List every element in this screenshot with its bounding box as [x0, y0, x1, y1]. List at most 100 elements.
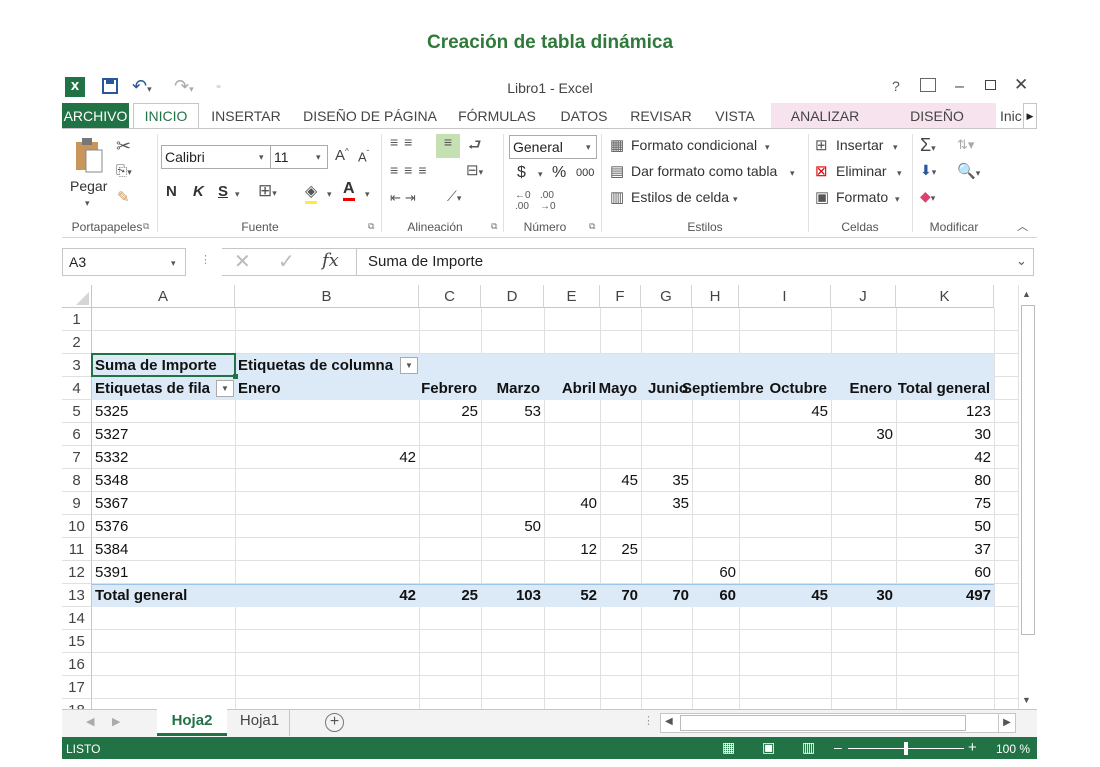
pivot-value-cell[interactable]: 60	[896, 561, 991, 584]
column-header-c[interactable]: C	[419, 285, 481, 308]
collapse-ribbon-icon[interactable]: ︿	[1017, 218, 1028, 234]
pivot-header-cell[interactable]: Febrero	[409, 377, 477, 400]
cut-icon[interactable]: ✂	[116, 136, 131, 157]
pivot-value-cell[interactable]: 80	[896, 469, 991, 492]
conditional-format-icon[interactable]: ▦	[610, 136, 624, 154]
chevron-down-icon[interactable]: ▾	[790, 168, 795, 179]
italic-button[interactable]: K	[193, 183, 204, 200]
sheet-tab-hoja2[interactable]: Hoja2	[157, 709, 227, 736]
row-header-12[interactable]: 12	[62, 561, 92, 584]
currency-button[interactable]: $	[517, 164, 526, 182]
wrap-text-icon[interactable]: ⮐	[468, 135, 482, 160]
pivot-header-cell[interactable]: Abril	[534, 377, 596, 400]
pivot-value-cell[interactable]: 35	[641, 492, 689, 515]
pivot-column-labels[interactable]: Etiquetas de columna	[238, 354, 393, 377]
bold-button[interactable]: N	[166, 183, 177, 200]
ribbon-display-icon[interactable]	[920, 78, 936, 92]
tab-inicio-overflow[interactable]: Inic	[1000, 103, 1022, 129]
chevron-down-icon[interactable]: ▾	[316, 152, 321, 163]
column-header-h[interactable]: H	[692, 285, 739, 308]
zoom-level[interactable]: 100 %	[996, 742, 1030, 756]
pivot-value-cell[interactable]: 35	[641, 469, 689, 492]
pivot-value-cell[interactable]: 42	[235, 446, 416, 469]
row-header-16[interactable]: 16	[62, 653, 92, 676]
increase-decimal-icon[interactable]: ←0.00	[515, 190, 531, 212]
conditional-format-button[interactable]: Formato condicional	[631, 137, 757, 153]
zoom-in-icon[interactable]: +	[968, 739, 977, 756]
help-button[interactable]: ?	[892, 78, 900, 94]
pivot-header-cell[interactable]: Enero	[821, 377, 892, 400]
find-select-icon[interactable]: 🔍▾	[957, 162, 980, 180]
chevron-down-icon[interactable]: ▾	[538, 169, 543, 180]
tab-revisar[interactable]: REVISAR	[628, 103, 694, 129]
chevron-down-icon[interactable]: ▾	[259, 152, 264, 163]
pivot-row-key[interactable]: 5391	[95, 561, 128, 584]
pivot-header-cell[interactable]: Mayo	[590, 377, 637, 400]
chevron-down-icon[interactable]: ▾	[365, 189, 370, 200]
chevron-down-icon[interactable]: ▾	[897, 168, 902, 179]
orientation-icon[interactable]: ⟋▾	[447, 188, 461, 205]
row-header-13[interactable]: 13	[62, 584, 92, 607]
pivot-header-cell[interactable]: Total general	[886, 377, 990, 400]
pivot-header-cell[interactable]: Octubre	[729, 377, 827, 400]
sheet-next-icon[interactable]: ▶	[112, 715, 120, 728]
row-header-7[interactable]: 7	[62, 446, 92, 469]
pivot-row-labels[interactable]: Etiquetas de fila	[95, 377, 210, 400]
pivot-row-key[interactable]: 5327	[95, 423, 128, 446]
row-header-5[interactable]: 5	[62, 400, 92, 423]
chevron-down-icon[interactable]: ▾	[171, 258, 176, 269]
dialog-launcher-icon[interactable]: ⧉	[491, 221, 497, 232]
zoom-out-icon[interactable]: –	[834, 739, 842, 755]
row-header-8[interactable]: 8	[62, 469, 92, 492]
chevron-down-icon[interactable]: ▾	[895, 194, 900, 205]
row-header-2[interactable]: 2	[62, 331, 92, 354]
format-painter-icon[interactable]: ✎	[117, 188, 130, 206]
tab-datos[interactable]: DATOS	[554, 103, 614, 129]
worksheet-grid[interactable]: ABCDEFGHIJK 123456789101112131415161718 …	[62, 285, 1018, 709]
pivot-value-cell[interactable]: 42	[896, 446, 991, 469]
pivot-value-cell[interactable]: 30	[896, 423, 991, 446]
pivot-value-cell[interactable]: 75	[896, 492, 991, 515]
row-filter-dropdown-icon[interactable]: ▼	[216, 380, 234, 397]
dialog-launcher-icon[interactable]: ⧉	[368, 221, 374, 232]
tab-vista[interactable]: VISTA	[710, 103, 760, 129]
pivot-row-key[interactable]: Total general	[95, 584, 187, 607]
row-header-4[interactable]: 4	[62, 377, 92, 400]
formula-input[interactable]: Suma de Importe	[356, 248, 1034, 276]
chevron-down-icon[interactable]: ▾	[893, 142, 898, 153]
format-as-table-icon[interactable]: ▤	[610, 162, 624, 180]
row-header-17[interactable]: 17	[62, 676, 92, 699]
format-as-table-button[interactable]: Dar formato como tabla	[631, 163, 777, 179]
tab-archivo[interactable]: ARCHIVO	[62, 103, 129, 129]
row-header-9[interactable]: 9	[62, 492, 92, 515]
enter-icon[interactable]: ✓	[278, 249, 295, 274]
pivot-header-cell[interactable]: Enero	[238, 377, 281, 400]
column-header-d[interactable]: D	[481, 285, 544, 308]
pivot-header-cell[interactable]: Marzo	[471, 377, 540, 400]
pivot-value-cell[interactable]: 50	[481, 515, 541, 538]
pivot-value-cell[interactable]: 70	[600, 584, 638, 607]
insert-cells-button[interactable]: Insertar	[836, 137, 883, 153]
tab-diseno[interactable]: DISEÑO	[905, 103, 969, 129]
grow-font-icon[interactable]: A^	[335, 147, 349, 164]
pivot-value-cell[interactable]: 37	[896, 538, 991, 561]
decrease-decimal-icon[interactable]: .00 →0	[540, 190, 556, 212]
scroll-up-icon[interactable]: ▲	[1022, 289, 1031, 299]
tab-analizar[interactable]: ANALIZAR	[785, 103, 865, 129]
pivot-header-cell[interactable]: Septiembre	[682, 377, 764, 400]
fill-icon[interactable]: ⬇▾	[920, 162, 936, 179]
align-horizontal-icons[interactable]: ≡≡≡	[390, 162, 433, 178]
close-icon[interactable]: ✕	[1014, 75, 1028, 95]
tab-diseno-pagina[interactable]: DISEÑO DE PÁGINA	[300, 103, 440, 129]
paste-label[interactable]: Pegar	[70, 178, 107, 194]
align-top-icons[interactable]: ≡≡	[390, 134, 418, 150]
pivot-value-cell[interactable]: 123	[896, 400, 991, 423]
sheet-tab-hoja1[interactable]: Hoja1	[230, 709, 290, 736]
page-break-view-icon[interactable]: ▥	[802, 739, 815, 756]
tab-split-grip-icon[interactable]: ⋮	[643, 714, 654, 727]
pivot-header-cell[interactable]: Junio	[631, 377, 688, 400]
indent-icons[interactable]: ⇤⇥	[390, 190, 420, 206]
column-header-f[interactable]: F	[600, 285, 641, 308]
chevron-down-icon[interactable]: ▾	[586, 142, 591, 153]
vertical-scrollbar[interactable]: ▲ ▼	[1018, 285, 1036, 709]
